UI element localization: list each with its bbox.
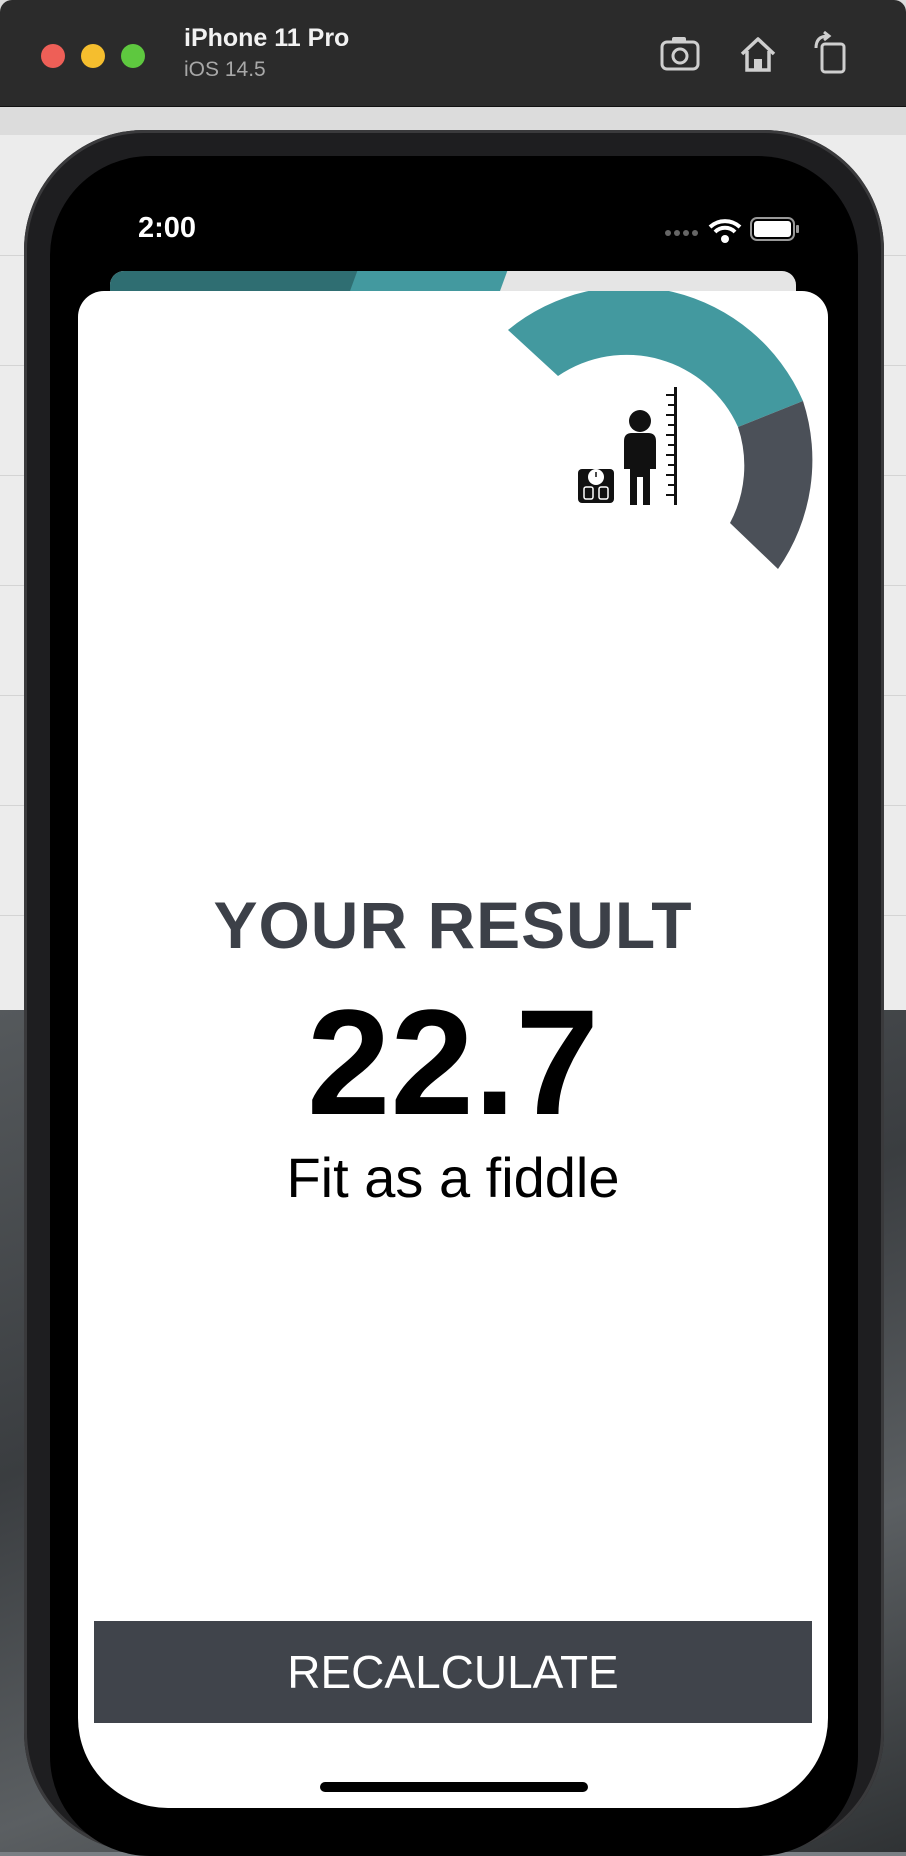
result-title: YOUR RESULT [213, 888, 693, 962]
minimize-window-button[interactable] [81, 44, 105, 68]
battery-icon [750, 217, 799, 241]
height-ruler-icon [666, 387, 677, 505]
screenshot-icon[interactable] [656, 30, 704, 78]
person-icon [624, 410, 656, 505]
status-time: 2:00 [138, 212, 197, 244]
signal-icon [665, 230, 698, 236]
wifi-icon [708, 219, 742, 243]
rotate-icon[interactable] [808, 30, 856, 78]
gray-arc [730, 401, 813, 569]
recalculate-button[interactable]: RECALCULATE [94, 1621, 812, 1723]
teal-arc [508, 291, 803, 427]
home-icon[interactable] [734, 30, 782, 78]
os-version: iOS 14.5 [184, 58, 266, 81]
result-message: Fit as a fiddle [286, 1146, 620, 1209]
bmi-header-graphic [508, 291, 813, 569]
zoom-window-button[interactable] [121, 44, 145, 68]
simulator-title-bar: iPhone 11 Pro iOS 14.5 [0, 0, 906, 107]
scale-icon [578, 469, 614, 503]
bmi-value: 22.7 [307, 978, 599, 1146]
device-name: iPhone 11 Pro [184, 24, 350, 52]
close-window-button[interactable] [41, 44, 65, 68]
home-indicator[interactable] [320, 1782, 588, 1792]
result-card: YOUR RESULT 22.7 Fit as a fiddle RECALCU… [78, 291, 828, 1808]
